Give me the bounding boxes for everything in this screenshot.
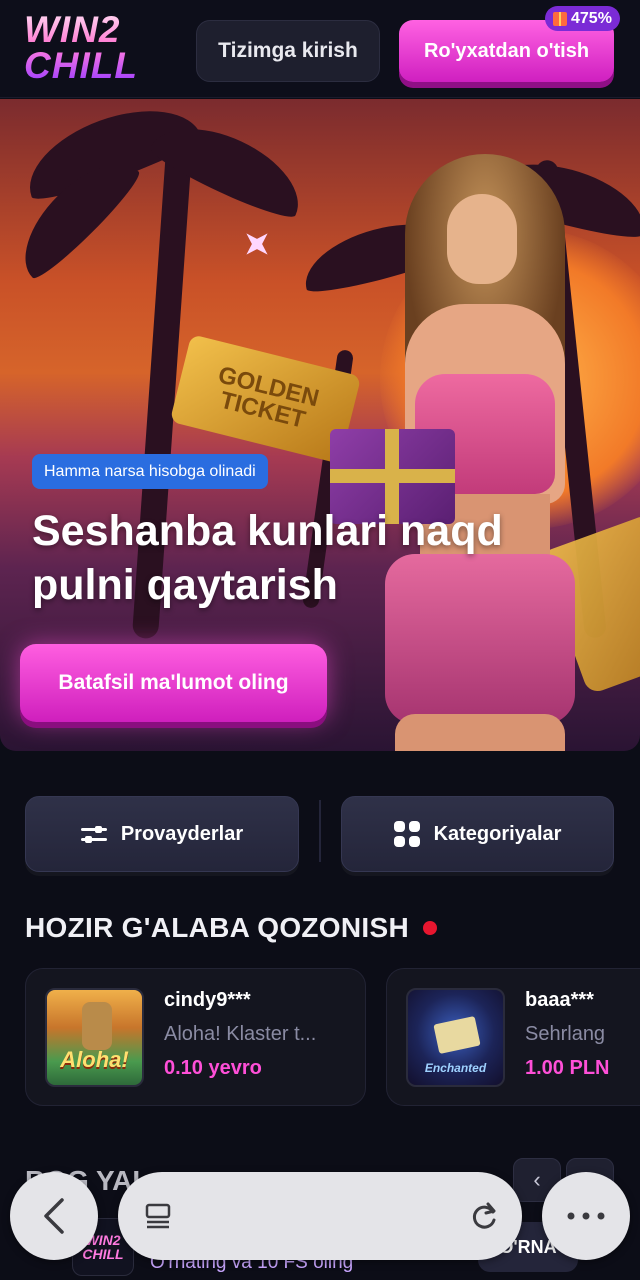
categories-label: Kategoriyalar xyxy=(433,822,562,845)
tiki-icon xyxy=(82,1002,112,1050)
promo-banner[interactable]: GOLDEN TICKET Hamma narsa hisobga olinad… xyxy=(0,99,640,751)
promo-title: Seshanba kunlari naqd pulni qaytarish xyxy=(32,507,503,609)
more-dots-icon xyxy=(567,1212,605,1220)
game-thumbnail[interactable]: Enchanted xyxy=(406,988,505,1087)
face-shape xyxy=(447,194,517,284)
sliders-icon xyxy=(80,823,107,845)
divider xyxy=(319,800,321,862)
win-amount: 0.10 yevro xyxy=(164,1057,262,1079)
game-thumbnail-text: Enchanted xyxy=(424,1061,487,1075)
providers-button[interactable]: Provayderlar xyxy=(25,796,299,872)
tabs-icon[interactable] xyxy=(144,1202,172,1230)
live-indicator-icon xyxy=(423,921,437,935)
model-illustration xyxy=(330,154,585,751)
browser-back-button[interactable] xyxy=(10,1172,98,1260)
live-wins-title-text: HOZIR G'ALABA QOZONISH xyxy=(25,912,409,943)
logo-line-2: CHILL xyxy=(24,47,154,84)
bonus-badge: 475% xyxy=(545,6,620,31)
chevron-left-icon xyxy=(44,1198,64,1234)
winner-username: cindy9*** xyxy=(164,989,251,1011)
chevron-left-icon: ‹ xyxy=(533,1167,541,1192)
winner-username: baaa*** xyxy=(525,989,594,1011)
providers-label: Provayderlar xyxy=(120,822,244,845)
learn-more-button[interactable]: Batafsil ma'lumot oling xyxy=(20,644,327,722)
browser-more-button[interactable] xyxy=(542,1172,630,1260)
game-name: Aloha! Klaster t... xyxy=(164,1023,317,1045)
login-button[interactable]: Tizimga kirish xyxy=(196,20,380,82)
legs-shape xyxy=(395,714,565,751)
categories-button[interactable]: Kategoriyalar xyxy=(341,796,614,872)
reload-icon[interactable] xyxy=(468,1200,500,1232)
brand-logo[interactable]: WIN2 CHILL xyxy=(24,11,154,90)
live-wins-title: HOZIR G'ALABA QOZONISH xyxy=(25,912,437,944)
gift-icon xyxy=(553,11,567,26)
grid-icon xyxy=(393,821,420,847)
game-thumbnail[interactable]: Aloha! xyxy=(45,988,144,1087)
win-card[interactable]: Enchanted baaa*** Sehrlang 1.00 PLN xyxy=(386,968,640,1106)
win-card[interactable]: Aloha! cindy9*** Aloha! Klaster t... 0.1… xyxy=(25,968,366,1106)
site-header: WIN2 CHILL Tizimga kirish Ro'yxatdan o't… xyxy=(0,0,640,98)
promo-tag: Hamma narsa hisobga olinadi xyxy=(32,454,268,489)
win-amount: 1.00 PLN xyxy=(525,1057,610,1079)
book-icon xyxy=(433,1015,481,1055)
browser-address-bar[interactable] xyxy=(118,1172,522,1260)
sparkle-icon xyxy=(236,223,278,265)
bonus-badge-text: 475% xyxy=(571,9,612,27)
game-thumbnail-text: Aloha! xyxy=(60,1047,129,1072)
logo-line-1: WIN2 xyxy=(24,11,154,48)
game-name: Sehrlang xyxy=(525,1023,606,1045)
